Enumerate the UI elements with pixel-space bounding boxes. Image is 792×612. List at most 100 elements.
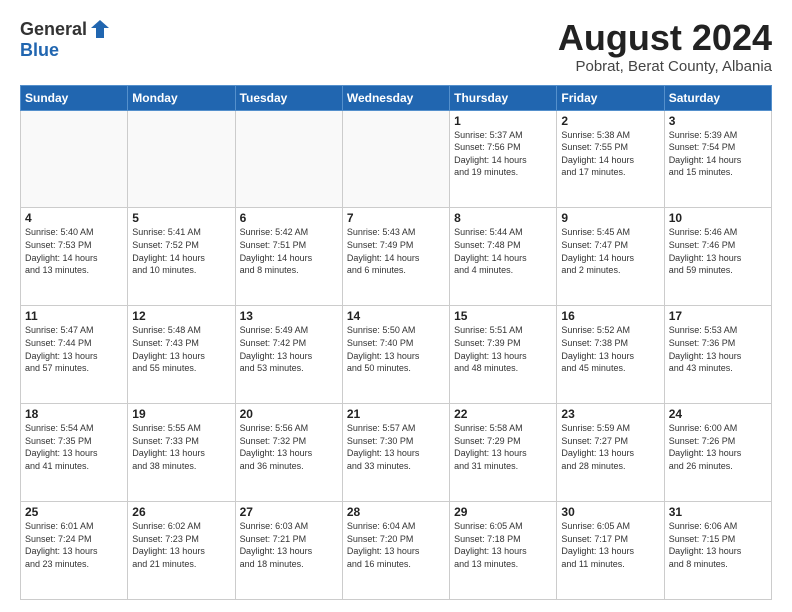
day-cell: 9Sunrise: 5:45 AM Sunset: 7:47 PM Daylig… [557, 208, 664, 306]
day-cell: 8Sunrise: 5:44 AM Sunset: 7:48 PM Daylig… [450, 208, 557, 306]
day-info: Sunrise: 5:59 AM Sunset: 7:27 PM Dayligh… [561, 422, 659, 472]
week-row-4: 18Sunrise: 5:54 AM Sunset: 7:35 PM Dayli… [21, 404, 772, 502]
month-title: August 2024 [558, 18, 772, 58]
col-sunday: Sunday [21, 85, 128, 110]
day-info: Sunrise: 5:54 AM Sunset: 7:35 PM Dayligh… [25, 422, 123, 472]
day-cell [342, 110, 449, 208]
day-cell [235, 110, 342, 208]
day-number: 8 [454, 211, 552, 225]
day-info: Sunrise: 6:05 AM Sunset: 7:17 PM Dayligh… [561, 520, 659, 570]
day-number: 15 [454, 309, 552, 323]
day-cell: 12Sunrise: 5:48 AM Sunset: 7:43 PM Dayli… [128, 306, 235, 404]
day-number: 30 [561, 505, 659, 519]
col-friday: Friday [557, 85, 664, 110]
col-tuesday: Tuesday [235, 85, 342, 110]
day-number: 13 [240, 309, 338, 323]
day-cell: 27Sunrise: 6:03 AM Sunset: 7:21 PM Dayli… [235, 502, 342, 600]
day-cell: 26Sunrise: 6:02 AM Sunset: 7:23 PM Dayli… [128, 502, 235, 600]
day-cell: 29Sunrise: 6:05 AM Sunset: 7:18 PM Dayli… [450, 502, 557, 600]
day-number: 24 [669, 407, 767, 421]
day-info: Sunrise: 6:04 AM Sunset: 7:20 PM Dayligh… [347, 520, 445, 570]
logo: General Blue [20, 18, 111, 61]
day-cell: 23Sunrise: 5:59 AM Sunset: 7:27 PM Dayli… [557, 404, 664, 502]
week-row-3: 11Sunrise: 5:47 AM Sunset: 7:44 PM Dayli… [21, 306, 772, 404]
col-thursday: Thursday [450, 85, 557, 110]
day-cell: 22Sunrise: 5:58 AM Sunset: 7:29 PM Dayli… [450, 404, 557, 502]
day-info: Sunrise: 5:58 AM Sunset: 7:29 PM Dayligh… [454, 422, 552, 472]
day-number: 2 [561, 114, 659, 128]
day-cell: 18Sunrise: 5:54 AM Sunset: 7:35 PM Dayli… [21, 404, 128, 502]
col-monday: Monday [128, 85, 235, 110]
day-info: Sunrise: 5:46 AM Sunset: 7:46 PM Dayligh… [669, 226, 767, 276]
day-number: 22 [454, 407, 552, 421]
day-info: Sunrise: 5:52 AM Sunset: 7:38 PM Dayligh… [561, 324, 659, 374]
day-info: Sunrise: 5:57 AM Sunset: 7:30 PM Dayligh… [347, 422, 445, 472]
page: General Blue August 2024 Pobrat, Berat C… [0, 0, 792, 612]
day-number: 16 [561, 309, 659, 323]
day-cell: 16Sunrise: 5:52 AM Sunset: 7:38 PM Dayli… [557, 306, 664, 404]
day-cell: 2Sunrise: 5:38 AM Sunset: 7:55 PM Daylig… [557, 110, 664, 208]
day-info: Sunrise: 5:44 AM Sunset: 7:48 PM Dayligh… [454, 226, 552, 276]
day-number: 26 [132, 505, 230, 519]
day-number: 9 [561, 211, 659, 225]
day-number: 12 [132, 309, 230, 323]
day-cell [128, 110, 235, 208]
day-number: 29 [454, 505, 552, 519]
day-number: 20 [240, 407, 338, 421]
day-number: 18 [25, 407, 123, 421]
week-row-5: 25Sunrise: 6:01 AM Sunset: 7:24 PM Dayli… [21, 502, 772, 600]
day-cell: 15Sunrise: 5:51 AM Sunset: 7:39 PM Dayli… [450, 306, 557, 404]
day-cell: 30Sunrise: 6:05 AM Sunset: 7:17 PM Dayli… [557, 502, 664, 600]
day-cell: 31Sunrise: 6:06 AM Sunset: 7:15 PM Dayli… [664, 502, 771, 600]
day-cell: 3Sunrise: 5:39 AM Sunset: 7:54 PM Daylig… [664, 110, 771, 208]
day-cell [21, 110, 128, 208]
col-wednesday: Wednesday [342, 85, 449, 110]
day-number: 6 [240, 211, 338, 225]
location-subtitle: Pobrat, Berat County, Albania [558, 58, 772, 75]
day-cell: 4Sunrise: 5:40 AM Sunset: 7:53 PM Daylig… [21, 208, 128, 306]
day-info: Sunrise: 6:00 AM Sunset: 7:26 PM Dayligh… [669, 422, 767, 472]
col-saturday: Saturday [664, 85, 771, 110]
day-cell: 14Sunrise: 5:50 AM Sunset: 7:40 PM Dayli… [342, 306, 449, 404]
day-info: Sunrise: 5:40 AM Sunset: 7:53 PM Dayligh… [25, 226, 123, 276]
day-number: 10 [669, 211, 767, 225]
logo-blue-text: Blue [20, 40, 59, 60]
day-number: 11 [25, 309, 123, 323]
day-cell: 5Sunrise: 5:41 AM Sunset: 7:52 PM Daylig… [128, 208, 235, 306]
header-row: Sunday Monday Tuesday Wednesday Thursday… [21, 85, 772, 110]
day-number: 4 [25, 211, 123, 225]
day-info: Sunrise: 5:55 AM Sunset: 7:33 PM Dayligh… [132, 422, 230, 472]
day-cell: 24Sunrise: 6:00 AM Sunset: 7:26 PM Dayli… [664, 404, 771, 502]
day-cell: 1Sunrise: 5:37 AM Sunset: 7:56 PM Daylig… [450, 110, 557, 208]
day-info: Sunrise: 5:43 AM Sunset: 7:49 PM Dayligh… [347, 226, 445, 276]
day-info: Sunrise: 5:49 AM Sunset: 7:42 PM Dayligh… [240, 324, 338, 374]
day-cell: 20Sunrise: 5:56 AM Sunset: 7:32 PM Dayli… [235, 404, 342, 502]
day-cell: 6Sunrise: 5:42 AM Sunset: 7:51 PM Daylig… [235, 208, 342, 306]
day-cell: 21Sunrise: 5:57 AM Sunset: 7:30 PM Dayli… [342, 404, 449, 502]
header: General Blue August 2024 Pobrat, Berat C… [20, 18, 772, 75]
day-number: 23 [561, 407, 659, 421]
day-number: 19 [132, 407, 230, 421]
day-cell: 10Sunrise: 5:46 AM Sunset: 7:46 PM Dayli… [664, 208, 771, 306]
day-number: 25 [25, 505, 123, 519]
day-number: 3 [669, 114, 767, 128]
day-info: Sunrise: 5:50 AM Sunset: 7:40 PM Dayligh… [347, 324, 445, 374]
calendar-table: Sunday Monday Tuesday Wednesday Thursday… [20, 85, 772, 600]
title-block: August 2024 Pobrat, Berat County, Albani… [558, 18, 772, 75]
day-info: Sunrise: 6:03 AM Sunset: 7:21 PM Dayligh… [240, 520, 338, 570]
day-number: 27 [240, 505, 338, 519]
day-cell: 28Sunrise: 6:04 AM Sunset: 7:20 PM Dayli… [342, 502, 449, 600]
day-number: 1 [454, 114, 552, 128]
day-info: Sunrise: 6:02 AM Sunset: 7:23 PM Dayligh… [132, 520, 230, 570]
day-info: Sunrise: 5:47 AM Sunset: 7:44 PM Dayligh… [25, 324, 123, 374]
day-number: 17 [669, 309, 767, 323]
week-row-1: 1Sunrise: 5:37 AM Sunset: 7:56 PM Daylig… [21, 110, 772, 208]
day-number: 5 [132, 211, 230, 225]
day-info: Sunrise: 5:56 AM Sunset: 7:32 PM Dayligh… [240, 422, 338, 472]
day-info: Sunrise: 6:06 AM Sunset: 7:15 PM Dayligh… [669, 520, 767, 570]
day-info: Sunrise: 5:42 AM Sunset: 7:51 PM Dayligh… [240, 226, 338, 276]
day-number: 14 [347, 309, 445, 323]
day-cell: 25Sunrise: 6:01 AM Sunset: 7:24 PM Dayli… [21, 502, 128, 600]
day-info: Sunrise: 6:05 AM Sunset: 7:18 PM Dayligh… [454, 520, 552, 570]
day-cell: 11Sunrise: 5:47 AM Sunset: 7:44 PM Dayli… [21, 306, 128, 404]
